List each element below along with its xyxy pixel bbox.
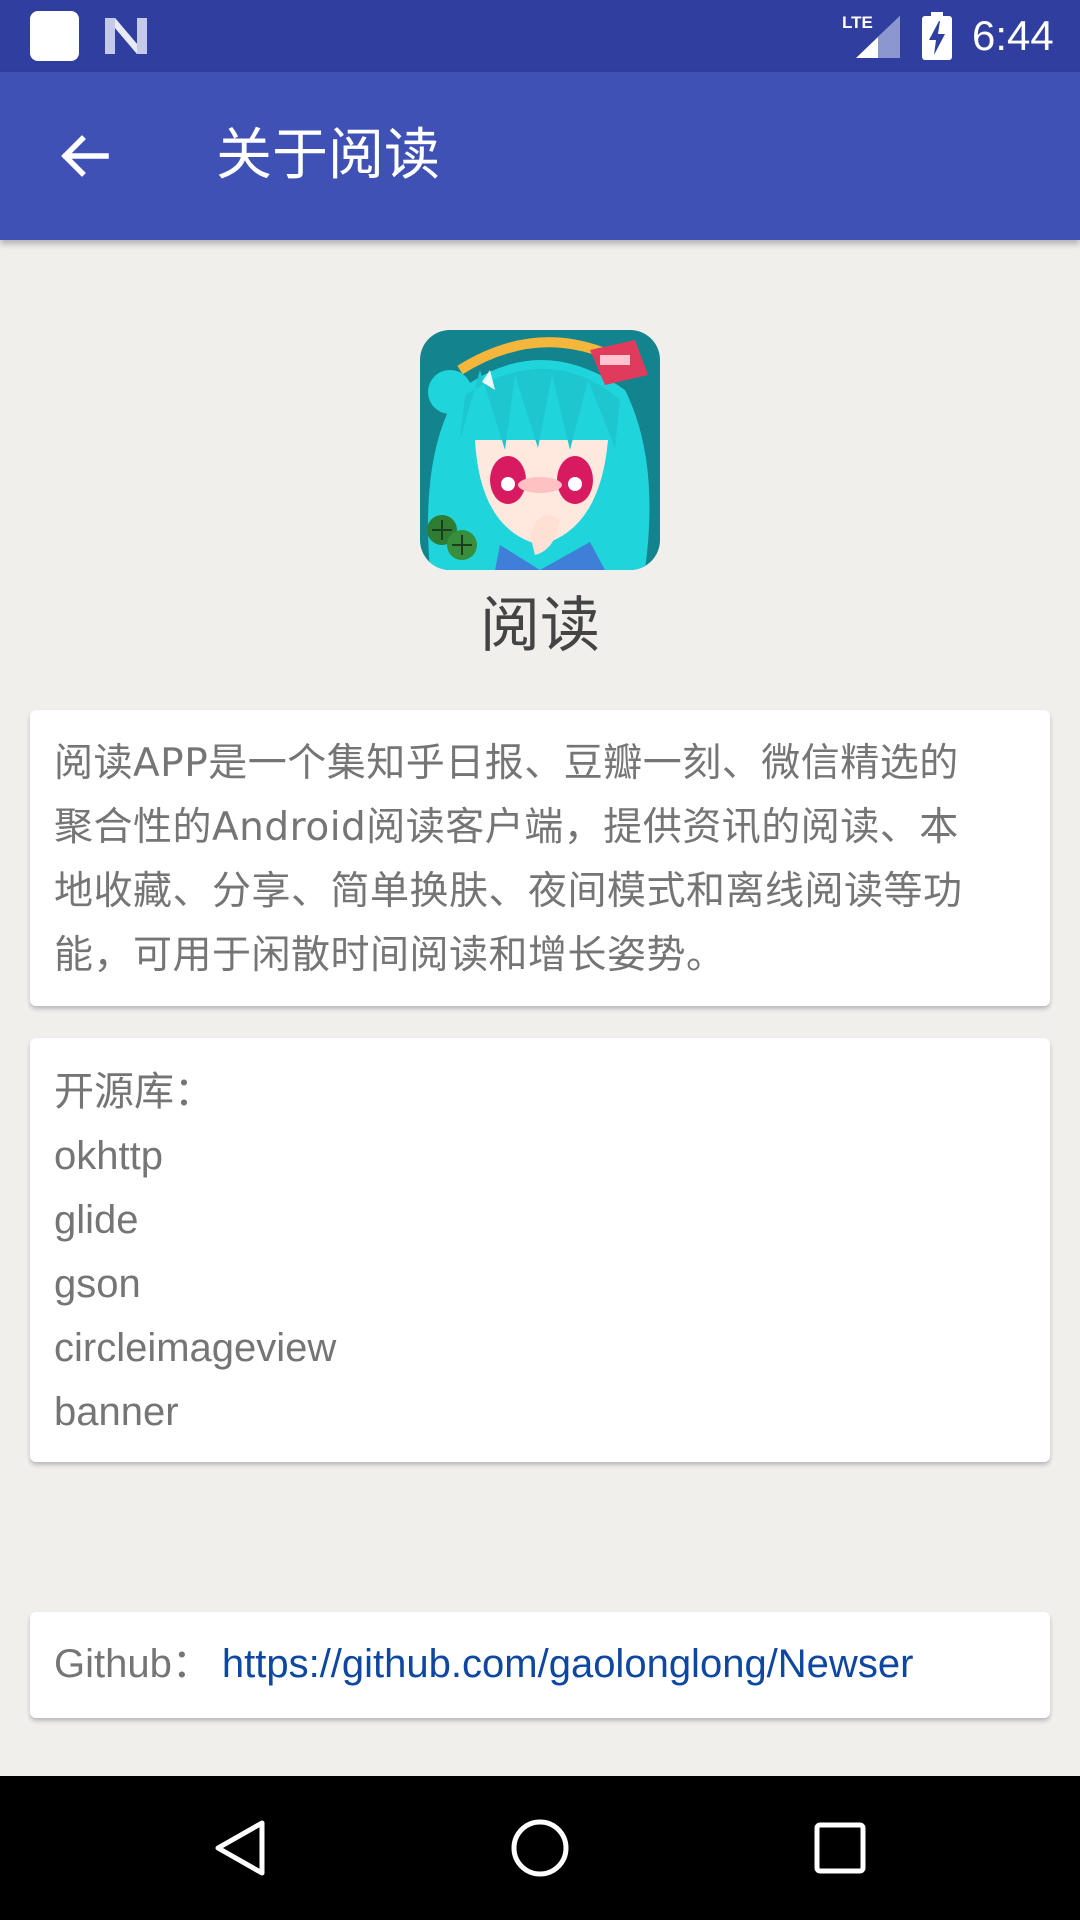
app-name: 阅读 xyxy=(480,591,600,661)
home-circle-icon xyxy=(511,1819,569,1877)
github-link[interactable]: https://github.com/gaolonglong/Newser xyxy=(222,1642,914,1686)
libraries-title: 开源库： xyxy=(54,1069,214,1115)
description-line: 能，可用于闲散时间阅读和增长姿势。 xyxy=(54,933,726,978)
libraries-card: 开源库： okhttp glide gson circleimageview b… xyxy=(30,1038,1050,1462)
status-bar: LTE 6:44 xyxy=(0,0,1080,72)
library-item: banner xyxy=(54,1390,179,1434)
battery-charging-icon xyxy=(922,12,952,60)
toolbar: 关于阅读 xyxy=(0,72,1080,240)
library-item: okhttp xyxy=(54,1134,163,1178)
lte-label: LTE xyxy=(842,13,873,32)
lte-signal-icon: LTE xyxy=(842,13,900,58)
notification-square-icon xyxy=(30,11,79,61)
description-line: 地收藏、分享、简单换肤、夜间模式和离线阅读等功 xyxy=(54,869,963,914)
back-button[interactable] xyxy=(36,108,132,204)
back-triangle-icon xyxy=(215,1820,265,1876)
library-item: glide xyxy=(54,1198,139,1242)
status-time: 6:44 xyxy=(972,12,1054,59)
anime-girl-app-icon xyxy=(420,330,660,570)
github-label: Github： xyxy=(54,1642,212,1686)
recents-square-icon xyxy=(814,1822,866,1874)
about-screen: LTE 6:44 关于阅读 阅读 阅读APP是一个集知乎日报、豆瓣一刻、微信精选… xyxy=(0,0,1080,1920)
nav-back-button[interactable] xyxy=(190,1798,290,1898)
github-card: Github： https://github.com/gaolonglong/Ne… xyxy=(30,1612,1050,1718)
nav-recents-button[interactable] xyxy=(790,1798,890,1898)
page-title: 关于阅读 xyxy=(216,123,440,188)
arrow-left-icon xyxy=(61,135,109,177)
description-text: 阅读APP是一个集知乎日报、豆瓣一刻、微信精选的 聚合性的Android阅读客户… xyxy=(54,732,1054,988)
navigation-bar xyxy=(0,1776,1080,1920)
library-item: gson xyxy=(54,1262,141,1306)
description-line: 聚合性的Android阅读客户端，提供资讯的阅读、本 xyxy=(54,805,959,850)
github-row: Github： https://github.com/gaolonglong/Ne… xyxy=(54,1632,913,1696)
description-card: 阅读APP是一个集知乎日报、豆瓣一刻、微信精选的 聚合性的Android阅读客户… xyxy=(30,710,1050,1006)
n-logo-icon xyxy=(105,18,147,54)
app-logo xyxy=(420,330,660,570)
nav-home-button[interactable] xyxy=(490,1798,590,1898)
library-item: circleimageview xyxy=(54,1326,337,1370)
description-line: 阅读APP是一个集知乎日报、豆瓣一刻、微信精选的 xyxy=(54,741,959,786)
